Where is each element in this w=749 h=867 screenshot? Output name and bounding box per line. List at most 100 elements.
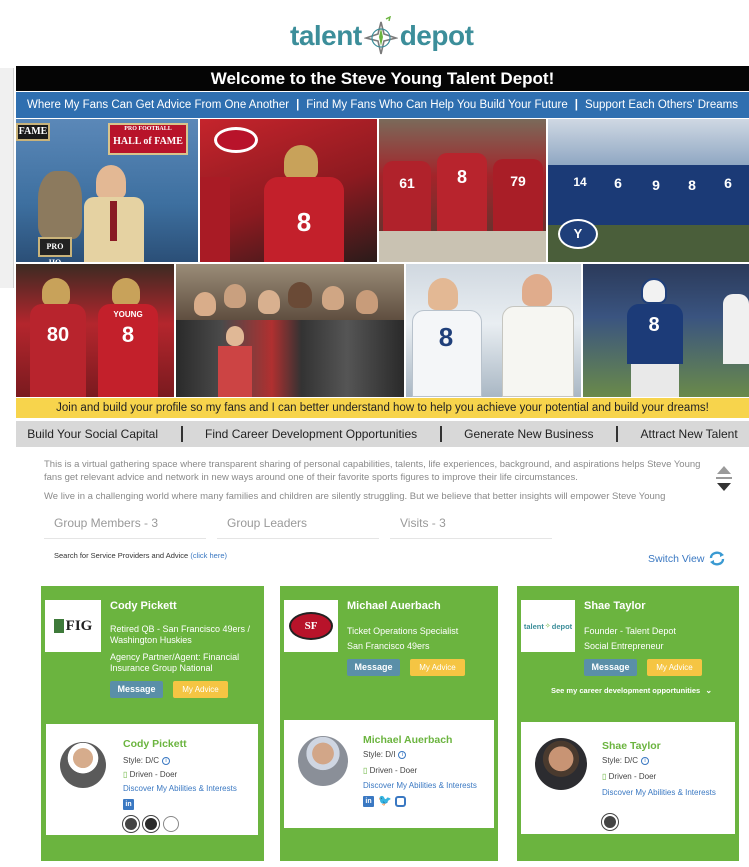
cap-separator	[616, 426, 619, 442]
card-title-line-2: Social Entrepreneur	[584, 641, 664, 651]
social-links: in 🐦	[363, 796, 406, 807]
page: talent depot Welcome to the Steve Young …	[0, 0, 749, 867]
byu-logo: Y	[558, 219, 598, 249]
info-icon[interactable]: i	[162, 756, 171, 765]
hof-sign: PRO FOOTBALL HALL of FAME	[108, 123, 188, 155]
profile-name[interactable]: Shae Taylor	[602, 740, 661, 752]
jersey-number: 8	[296, 207, 312, 237]
style-text: Style: D/I	[363, 750, 396, 759]
linkedin-icon[interactable]: in	[363, 796, 374, 807]
photo-49ers-qb: 8	[200, 119, 377, 262]
nav-link-find-fans[interactable]: Find My Fans Who Can Help You Build Your…	[306, 99, 567, 111]
card-name[interactable]: Cody Pickett	[110, 600, 177, 612]
member-card-shae-taylor: talent ✧ depot Shae Taylor Founder - Tal…	[517, 586, 739, 861]
49ers-oval-icon: SF	[289, 612, 333, 640]
fig-logo: FIG	[45, 600, 101, 652]
card-name[interactable]: Shae Taylor	[584, 600, 646, 612]
world-badge-icon[interactable]	[143, 816, 159, 832]
cap-career-development[interactable]: Find Career Development Opportunities	[205, 427, 417, 441]
globe-badge-icon[interactable]	[602, 814, 618, 830]
badges	[602, 814, 618, 830]
globe-badge-icon[interactable]	[123, 816, 139, 832]
driven-marker: ▯	[123, 770, 128, 779]
driven-marker: ▯	[363, 766, 368, 775]
driven-marker: ▯	[602, 772, 607, 781]
profile-panel: Michael Auerbach Style: D/I i ▯ Driven - …	[284, 720, 494, 828]
switch-view-label: Switch View	[648, 552, 705, 565]
card-name[interactable]: Michael Auerbach	[347, 600, 441, 612]
refresh-icon	[710, 551, 725, 566]
photo-sideline: 61 8 79	[379, 119, 546, 262]
linkedin-icon[interactable]: in	[123, 799, 134, 810]
chevron-down-icon: ⌄	[705, 686, 713, 695]
nav-link-advice[interactable]: Where My Fans Can Get Advice From One An…	[27, 99, 289, 111]
nav-link-support-dreams[interactable]: Support Each Others' Dreams	[585, 99, 738, 111]
hof-sign-line1: PRO FOOTBALL	[124, 126, 172, 132]
discover-abilities-link[interactable]: Discover My Abilities & Interests	[363, 781, 477, 790]
talent-depot-logo[interactable]: talent depot	[290, 10, 490, 62]
info-icon[interactable]: i	[398, 750, 407, 759]
info-icon[interactable]: i	[641, 756, 650, 765]
coach-head	[522, 274, 552, 306]
stat-group-members[interactable]: Group Members - 3	[44, 512, 206, 539]
jersey-8: 8	[121, 322, 135, 347]
guest-6	[356, 290, 378, 314]
nav-separator: |	[574, 99, 578, 111]
talent-depot-mini-logo: talent ✧ depot	[521, 600, 575, 652]
cap-new-talent[interactable]: Attract New Talent	[641, 427, 738, 441]
group-clothing	[176, 320, 404, 397]
discover-abilities-link[interactable]: Discover My Abilities & Interests	[602, 788, 716, 797]
member-card-michael-auerbach: SF Michael Auerbach Ticket Operations Sp…	[280, 586, 498, 861]
instagram-icon[interactable]	[395, 796, 406, 807]
profile-driven: ▯ Driven - Doer	[363, 766, 417, 775]
twitter-icon[interactable]: 🐦	[378, 796, 392, 807]
profile-name[interactable]: Michael Auerbach	[363, 734, 452, 746]
profile-name[interactable]: Cody Pickett	[123, 738, 187, 750]
jersey-6a: 6	[614, 175, 622, 191]
photo-coach-and-qb: 8	[406, 264, 581, 397]
cap-social-capital[interactable]: Build Your Social Capital	[27, 427, 158, 441]
scroll-down-icon[interactable]	[717, 483, 731, 491]
stat-group-leaders[interactable]: Group Leaders	[217, 512, 379, 539]
message-button[interactable]: Message	[110, 681, 163, 698]
message-button[interactable]: Message	[347, 659, 400, 676]
fig-logo-text: FIG	[65, 617, 93, 634]
helmet-left	[42, 278, 70, 306]
jersey-8: 8	[648, 314, 660, 336]
my-advice-button[interactable]: My Advice	[173, 681, 228, 698]
49ers-logo-box: SF	[284, 600, 338, 652]
avatar[interactable]	[298, 736, 348, 786]
scroll-divider	[716, 477, 732, 479]
search-providers: Search for Service Providers and Advice …	[54, 551, 227, 560]
search-click-here-link[interactable]: (click here)	[190, 551, 227, 560]
group-stats: Group Members - 3 Group Leaders Visits -…	[44, 512, 564, 539]
compass-badge-icon[interactable]	[163, 816, 179, 832]
see-career-opportunities-link[interactable]: See my career development opportunities …	[551, 686, 712, 695]
welcome-banner: Welcome to the Steve Young Talent Depot!	[16, 66, 749, 91]
card-title-line-1: Retired QB - San Francisco 49ers /	[110, 624, 251, 634]
helmet-right	[112, 278, 140, 306]
message-button[interactable]: Message	[584, 659, 637, 676]
white-pants	[631, 364, 679, 397]
logo-text-talent: talent	[290, 20, 362, 51]
guest-2	[224, 284, 246, 308]
profile-style: Style: D/C i	[123, 756, 171, 765]
jersey-8: 8	[688, 177, 696, 193]
discover-abilities-link[interactable]: Discover My Abilities & Interests	[123, 784, 237, 793]
my-advice-button[interactable]: My Advice	[647, 659, 702, 676]
photo-collage: FAME PRO FOOTBALL HALL of FAME PRO HO 8 …	[16, 119, 749, 397]
my-advice-button[interactable]: My Advice	[410, 659, 465, 676]
card-title-line-3: Agency Partner/Agent: Financial	[110, 652, 240, 662]
avatar[interactable]	[60, 742, 106, 788]
avatar[interactable]	[535, 738, 587, 790]
cap-separator	[439, 426, 442, 442]
coach-shirt	[502, 306, 574, 397]
description-scroller[interactable]	[714, 466, 734, 502]
cap-new-business[interactable]: Generate New Business	[464, 427, 593, 441]
player-right	[493, 159, 543, 231]
scroll-up-icon[interactable]	[717, 466, 731, 474]
tie	[110, 201, 117, 241]
fig-logo-mark	[53, 619, 64, 633]
switch-view-button[interactable]: Switch View	[648, 551, 726, 566]
profile-driven: ▯ Driven - Doer	[123, 770, 177, 779]
